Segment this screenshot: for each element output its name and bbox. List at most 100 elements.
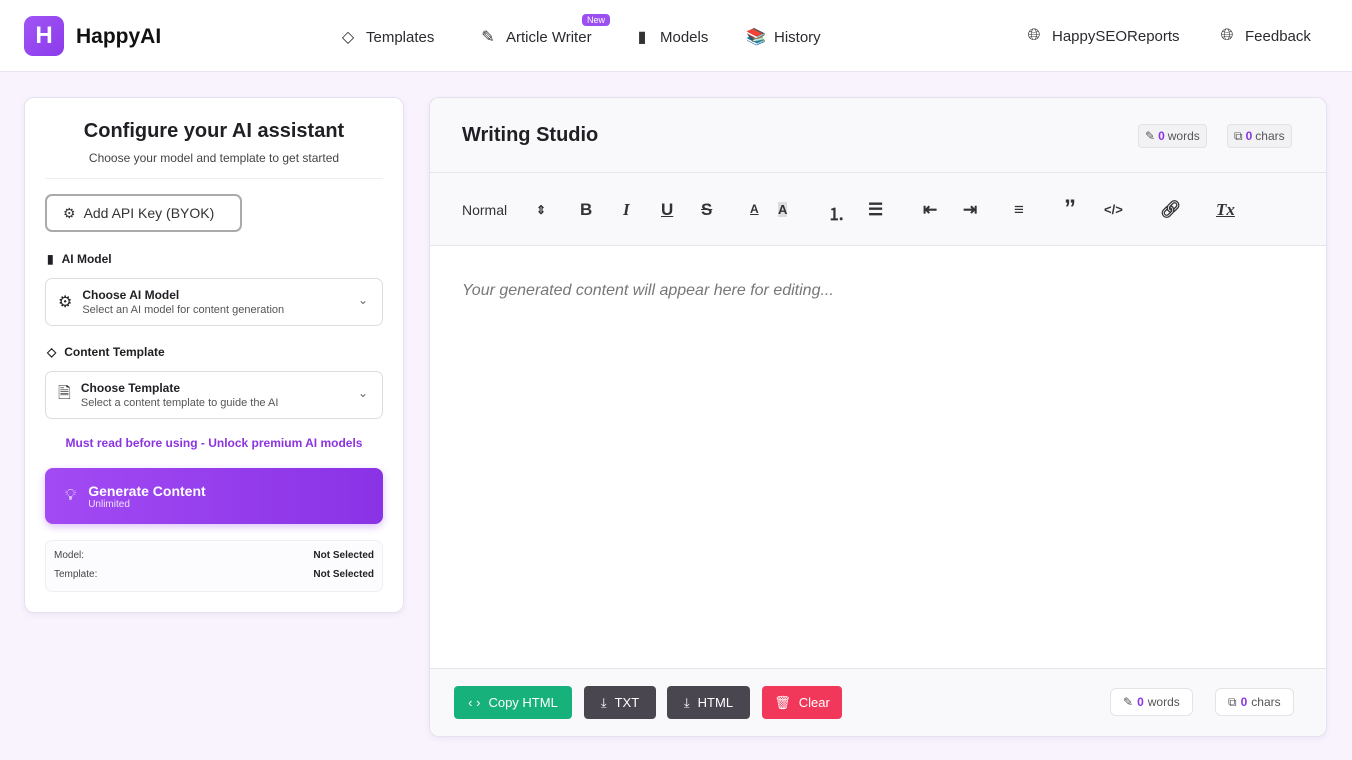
characters-icon: ⧉ (1234, 128, 1243, 143)
logo[interactable]: H (24, 16, 64, 56)
link-icon[interactable]: 🔗︎ (1160, 200, 1182, 220)
select-desc: Select an AI model for content generatio… (82, 304, 285, 316)
background-color-icon[interactable]: A (778, 202, 788, 217)
divider (45, 178, 383, 179)
template-select[interactable]: 🗎 Choose Template Select a content templat… (45, 371, 383, 419)
button-label: TXT (614, 695, 640, 710)
nav-models[interactable]: ▮ Models (632, 27, 709, 47)
updown-icon[interactable]: ⇕ (536, 203, 546, 217)
selection-summary: Model: Not Selected Template: Not Selected (45, 540, 383, 592)
chevron-down-icon: ⌄ (357, 293, 368, 307)
top-nav: H HappyAI ◇ Templates ✎ Article Writer New… (0, 0, 1352, 72)
books-icon: 📚 (746, 29, 766, 46)
lightbulb-icon: 💡︎ (65, 487, 77, 504)
word-count-value: 0 (1137, 695, 1144, 709)
memo-icon: ✎ (1123, 695, 1134, 709)
word-count-label: words (1147, 695, 1180, 709)
button-label: Generate Content (88, 482, 206, 499)
add-api-key-button[interactable]: ⚙ Add API Key (BYOK) (45, 194, 242, 232)
ruler-icon: ▮ (637, 29, 647, 46)
summary-key: Model: (54, 550, 85, 561)
ai-model-select[interactable]: ⚙ Choose AI Model Select an AI model for c… (45, 278, 383, 326)
trash-icon: 🗑︎ (774, 694, 791, 710)
logo-letter: H (35, 22, 53, 49)
word-count-label: words (1167, 129, 1200, 143)
writing-studio: Writing Studio ✎ 0 words ⧉ 0 chars Normal ⇕ … (429, 97, 1327, 737)
editor-footer: ‹ › Copy HTML ⤓ TXT ⤓ HTML 🗑︎ Clear ✎ 0 words … (430, 668, 1326, 736)
memo-icon: ✎ (1145, 129, 1156, 143)
characters-icon: ⧉ (1228, 694, 1237, 709)
tag-icon: ◇ (341, 29, 355, 46)
nav-label: HappySEOReports (1052, 27, 1180, 45)
brand-name[interactable]: HappyAI (76, 25, 161, 49)
editor-placeholder[interactable]: Your generated content will appear here … (462, 282, 834, 300)
char-count-value: 0 (1245, 129, 1253, 143)
footer-char-count: ⧉ 0 chars (1215, 688, 1294, 716)
nav-history[interactable]: 📚 History (746, 27, 821, 47)
nav-label: Templates (366, 28, 435, 46)
word-count-value: 0 (1158, 129, 1165, 143)
download-icon: ⤓ (683, 694, 690, 710)
bold-icon[interactable]: B (580, 200, 592, 220)
ai-model-label: ▮ AI Model (47, 252, 112, 266)
config-panel: Configure your AI assistant Choose your … (24, 97, 404, 613)
char-count-label: chars (1251, 695, 1281, 709)
code-icon[interactable]: </> (1104, 202, 1123, 217)
download-txt-button[interactable]: ⤓ TXT (584, 686, 656, 719)
download-html-button[interactable]: ⤓ HTML (667, 686, 750, 719)
button-label: Clear (798, 695, 830, 710)
label-text: AI Model (61, 252, 112, 266)
tag-icon: ◇ (47, 345, 57, 359)
text-color-icon[interactable]: A (750, 202, 759, 216)
nav-article-writer[interactable]: ✎ Article Writer (478, 27, 592, 47)
generate-content-button[interactable]: 💡︎ Generate Content Unlimited (45, 468, 383, 524)
nav-happyseoreports[interactable]: 🌐︎ HappySEOReports (1024, 27, 1180, 45)
select-desc: Select a content template to guide the A… (80, 397, 279, 409)
indent-icon[interactable]: ⇥ (963, 200, 977, 220)
panel-title: Configure your AI assistant (83, 120, 345, 142)
strikethrough-icon[interactable]: S (701, 200, 712, 220)
word-count: ✎ 0 words (1138, 124, 1207, 148)
chevron-down-icon: ⌄ (357, 386, 368, 400)
nav-label: Models (660, 28, 709, 46)
memo-icon: ✎ (481, 29, 495, 46)
label-text: Content Template (64, 345, 165, 359)
clear-format-icon[interactable]: Tx (1216, 200, 1235, 220)
format-select[interactable]: Normal (462, 202, 507, 218)
clear-button[interactable]: 🗑︎ Clear (762, 686, 842, 719)
blockquote-icon[interactable]: ” (1064, 195, 1076, 223)
button-label: HTML (697, 695, 734, 710)
document-icon: 🗎 (58, 384, 71, 402)
char-count-value: 0 (1240, 695, 1248, 709)
nav-feedback[interactable]: 🌐︎ Feedback (1217, 27, 1311, 45)
summary-row: Template: Not Selected (54, 569, 374, 580)
premium-models-link[interactable]: Must read before using - Unlock premium … (25, 436, 403, 450)
summary-value: Not Selected (313, 569, 374, 580)
globe-icon: 🌐︎ (1027, 27, 1041, 44)
new-badge: New (582, 14, 611, 26)
ordered-list-icon[interactable]: ⒈ (828, 200, 845, 225)
char-count: ⧉ 0 chars (1227, 124, 1292, 148)
nav-label: Article Writer (506, 28, 592, 46)
ruler-icon: ▮ (47, 252, 54, 266)
outdent-icon[interactable]: ⇤ (923, 200, 937, 220)
gear-icon: ⚙ (63, 204, 76, 221)
button-sublabel: Unlimited (88, 498, 130, 510)
nav-label: History (774, 28, 821, 46)
bullet-list-icon[interactable]: ☰ (868, 200, 883, 220)
button-label: Copy HTML (488, 695, 558, 710)
char-count-label: chars (1255, 129, 1285, 143)
editor-toolbar: Normal ⇕ B I U S A A ⒈ ☰ ⇤ ⇥ ≡ ” </> 🔗︎ … (430, 173, 1326, 246)
panel-subtitle: Choose your model and template to get st… (88, 151, 340, 165)
nav-label: Feedback (1245, 27, 1311, 45)
summary-row: Model: Not Selected (54, 550, 374, 561)
align-icon[interactable]: ≡ (1014, 200, 1024, 220)
summary-value: Not Selected (313, 550, 374, 561)
summary-key: Template: (54, 569, 98, 580)
copy-html-button[interactable]: ‹ › Copy HTML (454, 686, 572, 719)
button-label: Add API Key (BYOK) (83, 205, 215, 221)
nav-templates[interactable]: ◇ Templates (338, 27, 435, 47)
studio-header: Writing Studio ✎ 0 words ⧉ 0 chars (430, 98, 1326, 173)
underline-icon[interactable]: U (661, 200, 673, 220)
italic-icon[interactable]: I (623, 200, 630, 220)
